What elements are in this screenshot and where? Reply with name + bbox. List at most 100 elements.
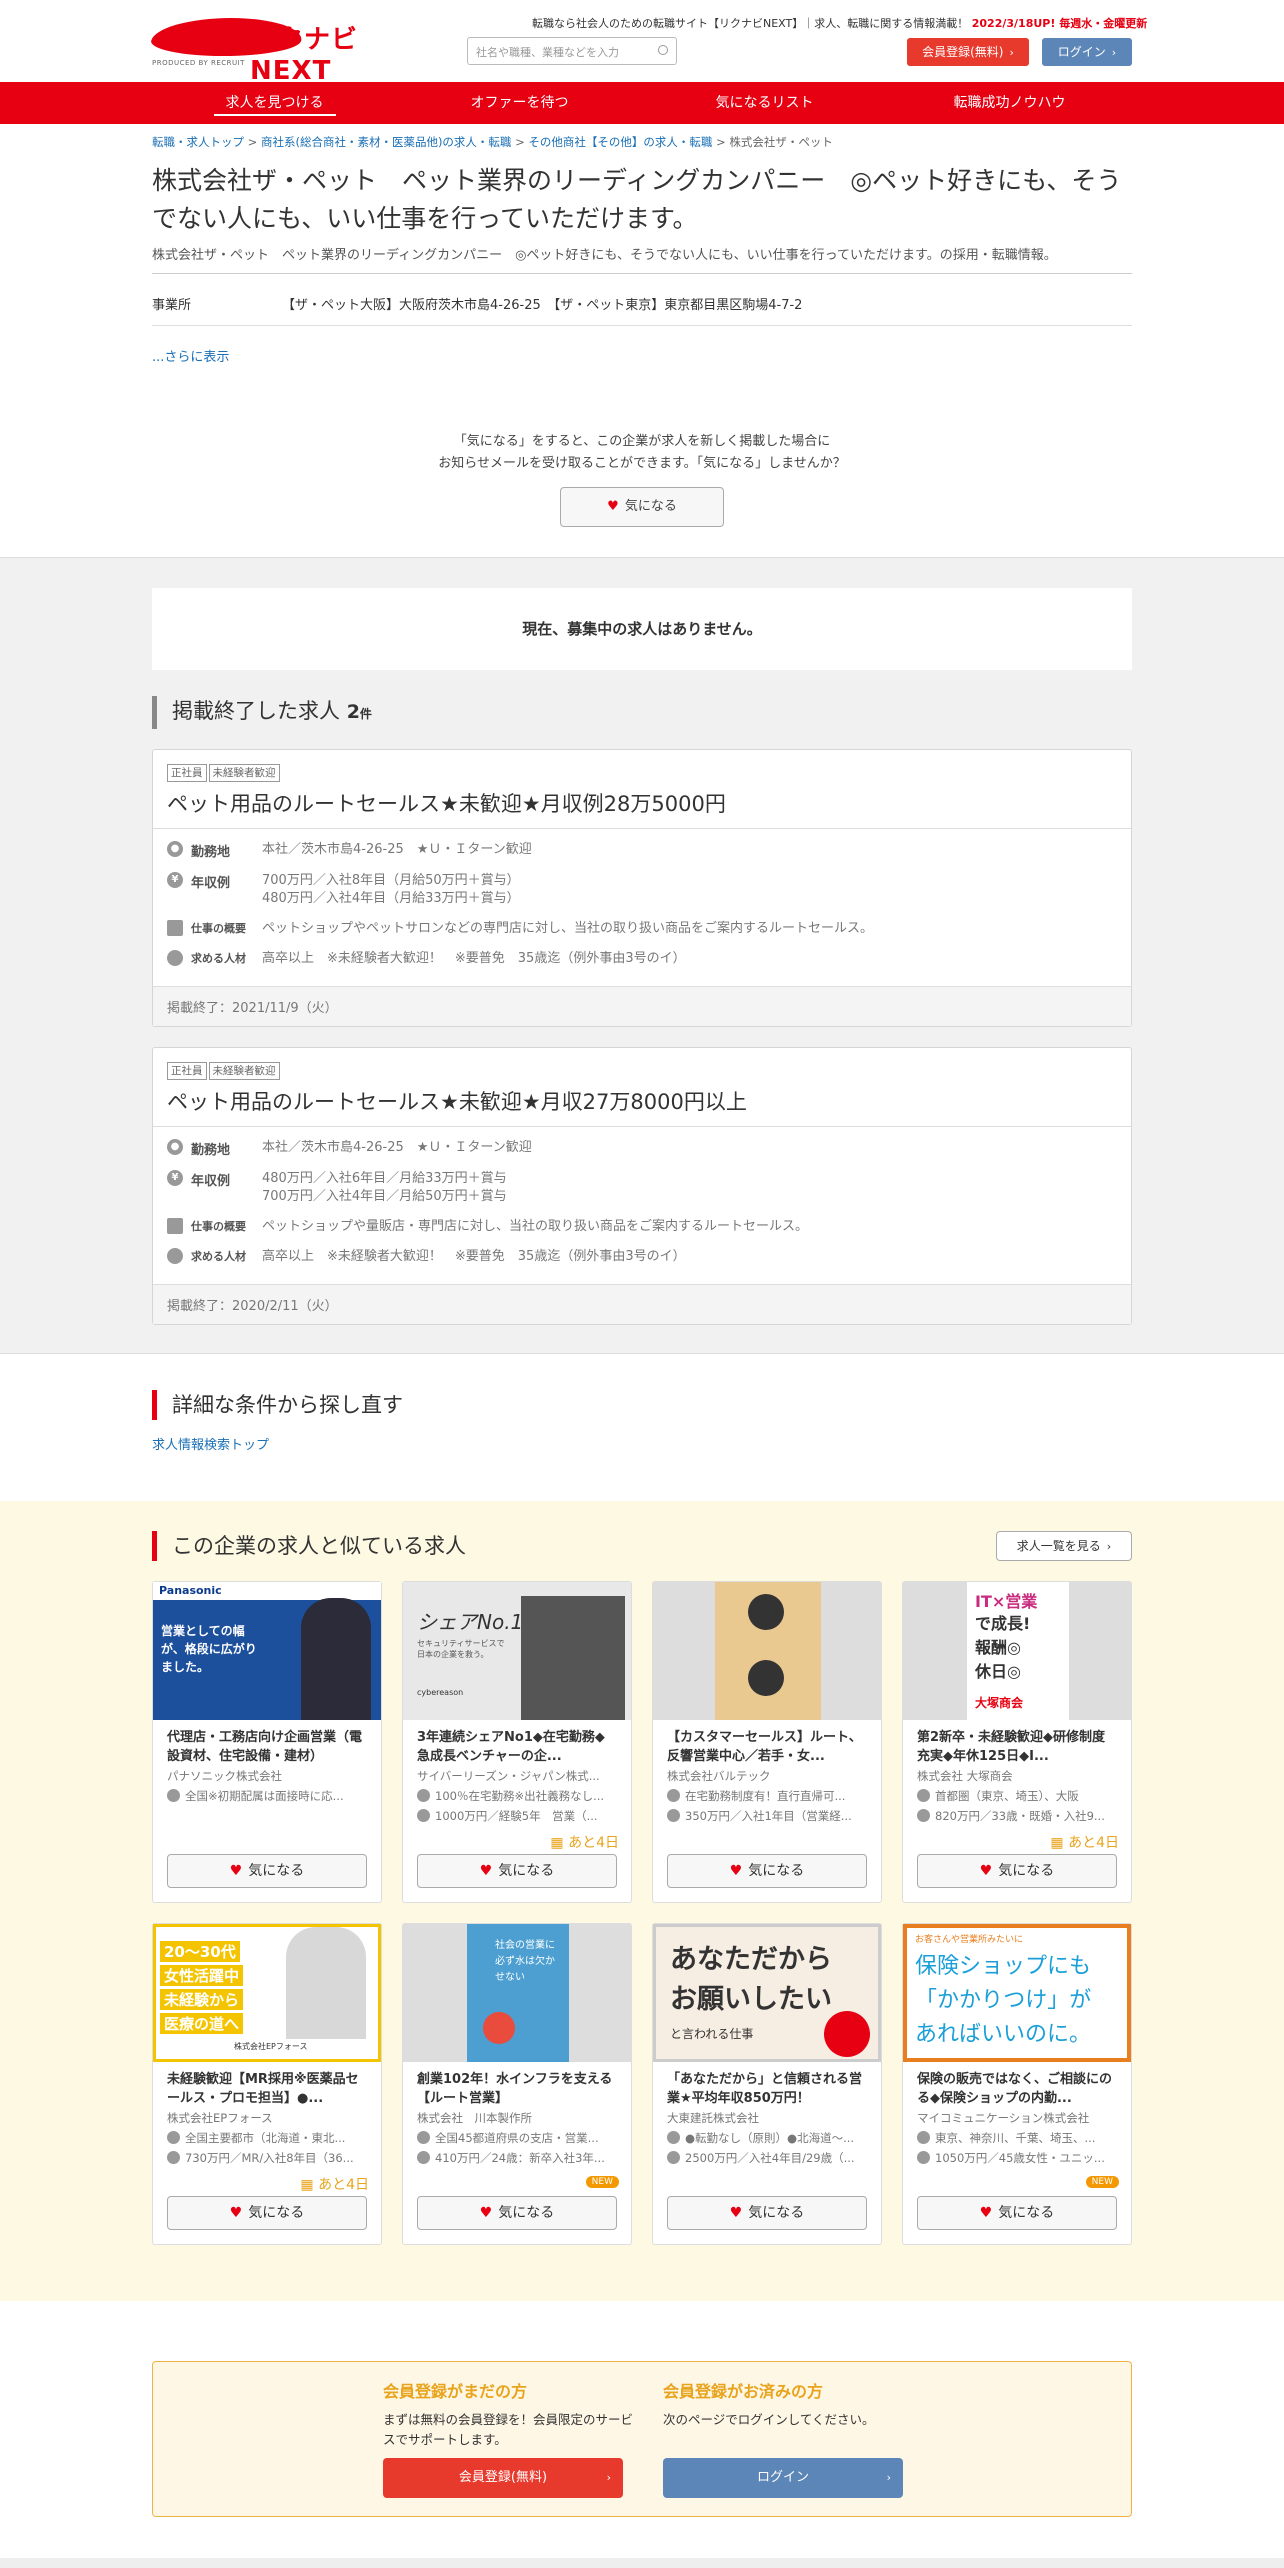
yen-icon [417, 1809, 430, 1822]
similar-job-company: 株式会社バルテック [667, 1769, 771, 1783]
similar-job-card[interactable]: シェアNo.1 セキュリティサービスで日本の企業を救う。 cybereason … [402, 1581, 632, 1903]
similar-job-company: 大東建託株式会社 [667, 2111, 759, 2125]
thumb-copy: お願いしたい [670, 1984, 832, 2015]
favorite-label: 気になる [248, 2205, 305, 2221]
location-pin-icon [417, 2131, 430, 2144]
location-label: 勤務地 [191, 1143, 231, 1158]
salary-line: 1000万円／経験5年 営業（... [403, 1806, 631, 1826]
favorite-job-button[interactable]: ♥ 気になる [667, 2196, 867, 2230]
description-value: ペットショップや量販店・専門店に対し、当社の取り扱い商品をご案内するルートセール… [262, 1219, 809, 1234]
nav-label: オファーを待つ [470, 95, 569, 111]
salary-text: 2500万円／入社4年目/29歳（... [685, 2151, 855, 2165]
ended-jobs-heading: 掲載終了した求人 2件 [152, 696, 1132, 729]
similar-job-title[interactable]: 【カスタマーセールス】ルート、反響営業中心／若手・女... [653, 1720, 881, 1766]
job-title[interactable]: ペット用品のルートセールス★未歓迎★月収例28万5000円 [167, 788, 1117, 818]
job-thumbnail[interactable]: お客さんや営業所みたいに 保険ショップにも 「かかりつけ」が あればいいのに。 [903, 1924, 1131, 2062]
location-pin-icon: ● [167, 841, 183, 857]
salary-text: 730万円／MR/入社8年目（36... [185, 2151, 354, 2165]
favorite-label: 気になる [624, 499, 677, 514]
job-thumbnail[interactable] [653, 1582, 881, 1720]
location-line: 在宅勤務制度有！直行直帰可... [653, 1786, 881, 1806]
similar-job-title[interactable]: 創業102年！水インフラを支える【ルート営業】 [403, 2062, 631, 2108]
register-box: 会員登録がまだの方 まずは無料の会員登録を！会員限定のサービスでサポートします。… [152, 2361, 1132, 2517]
heart-icon: ♥ [729, 2205, 743, 2221]
register-title: 会員登録がまだの方 [383, 2382, 528, 2401]
salary-line: 350万円／入社1年目（営業経... [653, 1806, 881, 1826]
location-pin-icon [917, 1789, 930, 1802]
job-thumbnail[interactable]: IT×営業 で成長! 報酬◎ 休日◎ 大塚商会 [903, 1582, 1131, 1720]
search-input[interactable]: 社名や職種、業種などを入力 [467, 37, 677, 65]
similar-job-title[interactable]: 代理店・工務店向け企画営業（電設資材、住宅設備・建材） [153, 1720, 381, 1766]
heart-icon: ♥ [229, 1863, 243, 1879]
similar-job-card[interactable]: あなただから お願いしたい と言われる仕事 「あなただから」と信頼される営業★平… [652, 1923, 882, 2245]
search-icon[interactable] [658, 45, 668, 55]
job-thumbnail[interactable]: 20～30代 女性活躍中 未経験から 医療の道へ 株式会社EPフォース [153, 1924, 381, 2062]
similar-job-card[interactable]: 社会の営業に必ず水は欠かせない 創業102年！水インフラを支える【ルート営業】 … [402, 1923, 632, 2245]
similar-job-title[interactable]: 第2新卒・未経験歓迎◆研修制度充実◆年休125日◆I... [903, 1720, 1131, 1766]
thumb-sub: セキュリティサービスで日本の企業を救う。 [417, 1639, 505, 1659]
similar-job-title[interactable]: 「あなただから」と信頼される営業★平均年収850万円！ [653, 2062, 881, 2108]
breadcrumb-link[interactable]: その他商社【その他】の求人・転職 [528, 135, 712, 149]
job-list-label: 求人一覧を見る [1016, 1539, 1101, 1553]
favorite-company-button[interactable]: ♥ 気になる [560, 487, 724, 527]
show-more-link[interactable]: ...さらに表示 [152, 346, 229, 365]
login-bottom-button[interactable]: ログイン › [663, 2458, 903, 2498]
similar-job-card[interactable]: お客さんや営業所みたいに 保険ショップにも 「かかりつけ」が あればいいのに。 … [902, 1923, 1132, 2245]
location-text: 全国※初期配属は面接時に応... [185, 1789, 344, 1803]
job-search-top-link[interactable]: 求人情報検索トップ [152, 1434, 1132, 1453]
jobs-section: 現在、募集中の求人はありません。 掲載終了した求人 2件 正社員 未経験者歓迎 ペ… [0, 557, 1284, 1354]
new-badge: NEW [1085, 2176, 1119, 2188]
job-list-button[interactable]: 求人一覧を見る › [996, 1531, 1132, 1561]
logo-sub: PRODUCED BY RECRUIT [152, 59, 245, 67]
new-badge: NEW [585, 2176, 619, 2188]
location-pin-icon: ● [167, 1139, 183, 1155]
similar-job-card[interactable]: IT×営業 で成長! 報酬◎ 休日◎ 大塚商会 第2新卒・未経験歓迎◆研修制度充… [902, 1581, 1132, 1903]
favorite-job-button[interactable]: ♥ 気になる [167, 1854, 367, 1888]
person-photo [286, 1927, 366, 2039]
favorite-job-button[interactable]: ♥ 気になる [417, 2196, 617, 2230]
page-subtitle: 株式会社ザ・ペット ペット業界のリーディングカンパニー ◎ペット好きにも、そうで… [152, 244, 1132, 274]
nav-item-knowhow[interactable]: 転職成功ノウハウ [887, 82, 1132, 124]
similar-job-card[interactable]: 【カスタマーセールス】ルート、反響営業中心／若手・女... 株式会社バルテック … [652, 1581, 882, 1903]
favorite-job-button[interactable]: ♥ 気になる [667, 1854, 867, 1888]
similar-job-card[interactable]: 20～30代 女性活躍中 未経験から 医療の道へ 株式会社EPフォース 未経験歓… [152, 1923, 382, 2245]
favorite-label: 気になる [998, 1863, 1055, 1879]
favorite-job-button[interactable]: ♥ 気になる [167, 2196, 367, 2230]
similar-job-title[interactable]: 保険の販売ではなく、ご相談にのる◆保険ショップの内勤... [903, 2062, 1131, 2108]
favorite-job-button[interactable]: ♥ 気になる [917, 2196, 1117, 2230]
thumb-brand: 大塚商会 [975, 1696, 1024, 1710]
breadcrumb-link[interactable]: 転職・求人トップ [152, 135, 244, 149]
job-title[interactable]: ペット用品のルートセールス★未歓迎★月収27万8000円以上 [167, 1086, 1117, 1116]
similar-job-title[interactable]: 未経験歓迎【MR採用※医薬品セールス・プロモ担当】●... [153, 2062, 381, 2108]
register-bottom-button[interactable]: 会員登録(無料) › [383, 2458, 623, 2498]
job-thumbnail[interactable]: Panasonic 営業としての幅が、格段に広がりました。 [153, 1582, 381, 1720]
favorite-job-button[interactable]: ♥ 気になる [417, 1854, 617, 1888]
ended-job-card[interactable]: 正社員 未経験者歓迎 ペット用品のルートセールス★未歓迎★月収27万8000円以上… [152, 1047, 1132, 1325]
favorite-job-button[interactable]: ♥ 気になる [917, 1854, 1117, 1888]
ended-job-card[interactable]: 正社員 未経験者歓迎 ペット用品のルートセールス★未歓迎★月収例28万5000円 … [152, 749, 1132, 1027]
rikunabi-next-logo[interactable]: リクナビNEXT PRODUCED BY RECRUIT [147, 15, 402, 86]
similar-job-card[interactable]: Panasonic 営業としての幅が、格段に広がりました。 代理店・工務店向け企… [152, 1581, 382, 1903]
job-thumbnail[interactable]: 社会の営業に必ず水は欠かせない [403, 1924, 631, 2062]
thumb-brand: Panasonic [159, 1584, 222, 1597]
thumb-copy: 報酬◎ [975, 1638, 1021, 1657]
requirements-value: 高卒以上 ※未経験者大歓迎！ ※要普免 35歳迄（例外事由3号のイ） [262, 1249, 686, 1264]
breadcrumb-link[interactable]: 商社系(総合商社・素材・医薬品他)の求人・転職 [261, 135, 511, 149]
register-button[interactable]: 会員登録(無料) › [907, 38, 1029, 66]
person-icon [167, 950, 183, 966]
office-value: 【ザ・ペット大阪】大阪府茨木市島4-26-25 【ザ・ペット東京】東京都目黒区駒… [282, 298, 803, 313]
nav-item-offers[interactable]: オファーを待つ [397, 82, 642, 124]
register-label: 会員登録(無料) [922, 45, 1004, 59]
person-figure [748, 1660, 784, 1696]
nav-item-watchlist[interactable]: 気になるリスト [642, 82, 887, 124]
nav-item-find-jobs[interactable]: 求人を見つける [152, 82, 397, 124]
location-text: 全国主要都市（北海道・東北... [185, 2131, 346, 2145]
chevron-right-icon: › [1106, 1540, 1112, 1553]
ended-jobs-unit: 件 [359, 707, 372, 721]
job-thumbnail[interactable]: シェアNo.1 セキュリティサービスで日本の企業を救う。 cybereason [403, 1582, 631, 1720]
similar-job-title[interactable]: 3年連続シェアNo1◆在宅勤務◆急成長ベンチャーの企... [403, 1720, 631, 1766]
similar-job-company: マイコミュニケーション株式会社 [917, 2111, 1090, 2125]
favorite-prompt-line: お知らせメールを受け取ることができます。「気になる」しませんか？ [438, 456, 846, 471]
job-thumbnail[interactable]: あなただから お願いしたい と言われる仕事 [653, 1924, 881, 2062]
login-button[interactable]: ログイン › [1042, 38, 1132, 66]
